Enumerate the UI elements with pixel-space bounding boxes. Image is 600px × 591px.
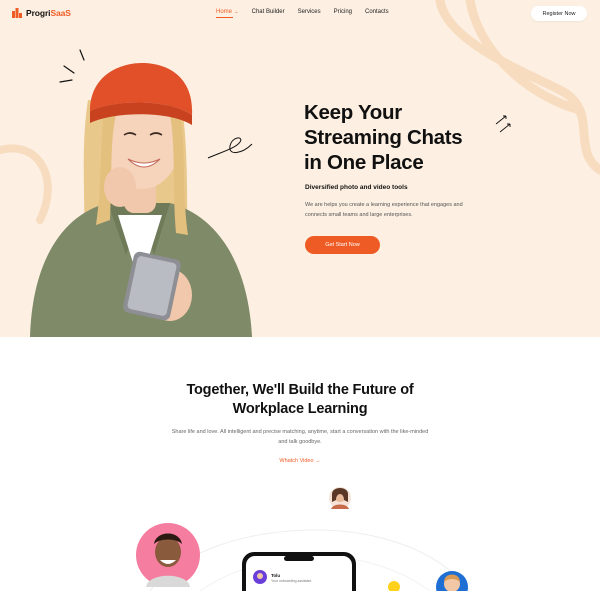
main-menu: Home ⌄ Chat Builder Services Pricing Con…: [216, 9, 402, 18]
nav-item-pricing[interactable]: Pricing: [334, 9, 352, 15]
logo-icon: [12, 8, 22, 18]
hero-title-line: in One Place: [304, 151, 424, 174]
top-navigation: ProgriSaaS Home ⌄ Chat Builder Services …: [0, 0, 600, 28]
avatar-woman-right: [436, 571, 468, 591]
hero-woman-image: [30, 63, 252, 337]
avatar-woman-top: [329, 487, 351, 509]
community-illustration: [136, 487, 471, 591]
watch-video-link[interactable]: Whatch Video →: [262, 458, 338, 464]
phone-contact-subtitle: Your onboarding assistant: [271, 579, 312, 583]
phone-mockup: [242, 552, 356, 591]
section-title-line: Together, We'll Build the Future of: [186, 382, 414, 398]
chevron-down-icon: ⌄: [233, 9, 239, 15]
section-description: Share life and love. All intelligent and…: [171, 429, 429, 445]
hero-subtitle: Diversified photo and video tools: [305, 184, 408, 191]
brand-logo[interactable]: ProgriSaaS: [12, 8, 71, 18]
phone-contact-name: Tolu: [271, 573, 281, 578]
avatar-man-left: [136, 523, 200, 587]
hero-section: [0, 0, 600, 337]
nav-item-services[interactable]: Services: [298, 9, 321, 15]
get-started-button[interactable]: Get Start Now: [305, 236, 380, 254]
brand-name: ProgriSaaS: [26, 8, 71, 18]
section-title: Together, We'll Build the Future of Work…: [140, 381, 460, 419]
hero-title: Keep Your Streaming Chats in One Place: [304, 100, 504, 175]
section-title-line: Workplace Learning: [232, 401, 368, 417]
hero-description: We are helps you create a learning exper…: [305, 202, 463, 218]
nav-item-chat-builder[interactable]: Chat Builder: [252, 9, 285, 15]
arrow-right-icon: →: [315, 458, 321, 464]
hero-title-line: Keep Your: [304, 101, 402, 124]
register-button[interactable]: Register Now: [531, 6, 587, 21]
nav-item-contacts[interactable]: Contacts: [365, 9, 389, 15]
yellow-dot: [388, 581, 400, 591]
hero-title-line: Streaming Chats: [304, 126, 463, 149]
nav-item-home[interactable]: Home ⌄: [216, 9, 239, 18]
